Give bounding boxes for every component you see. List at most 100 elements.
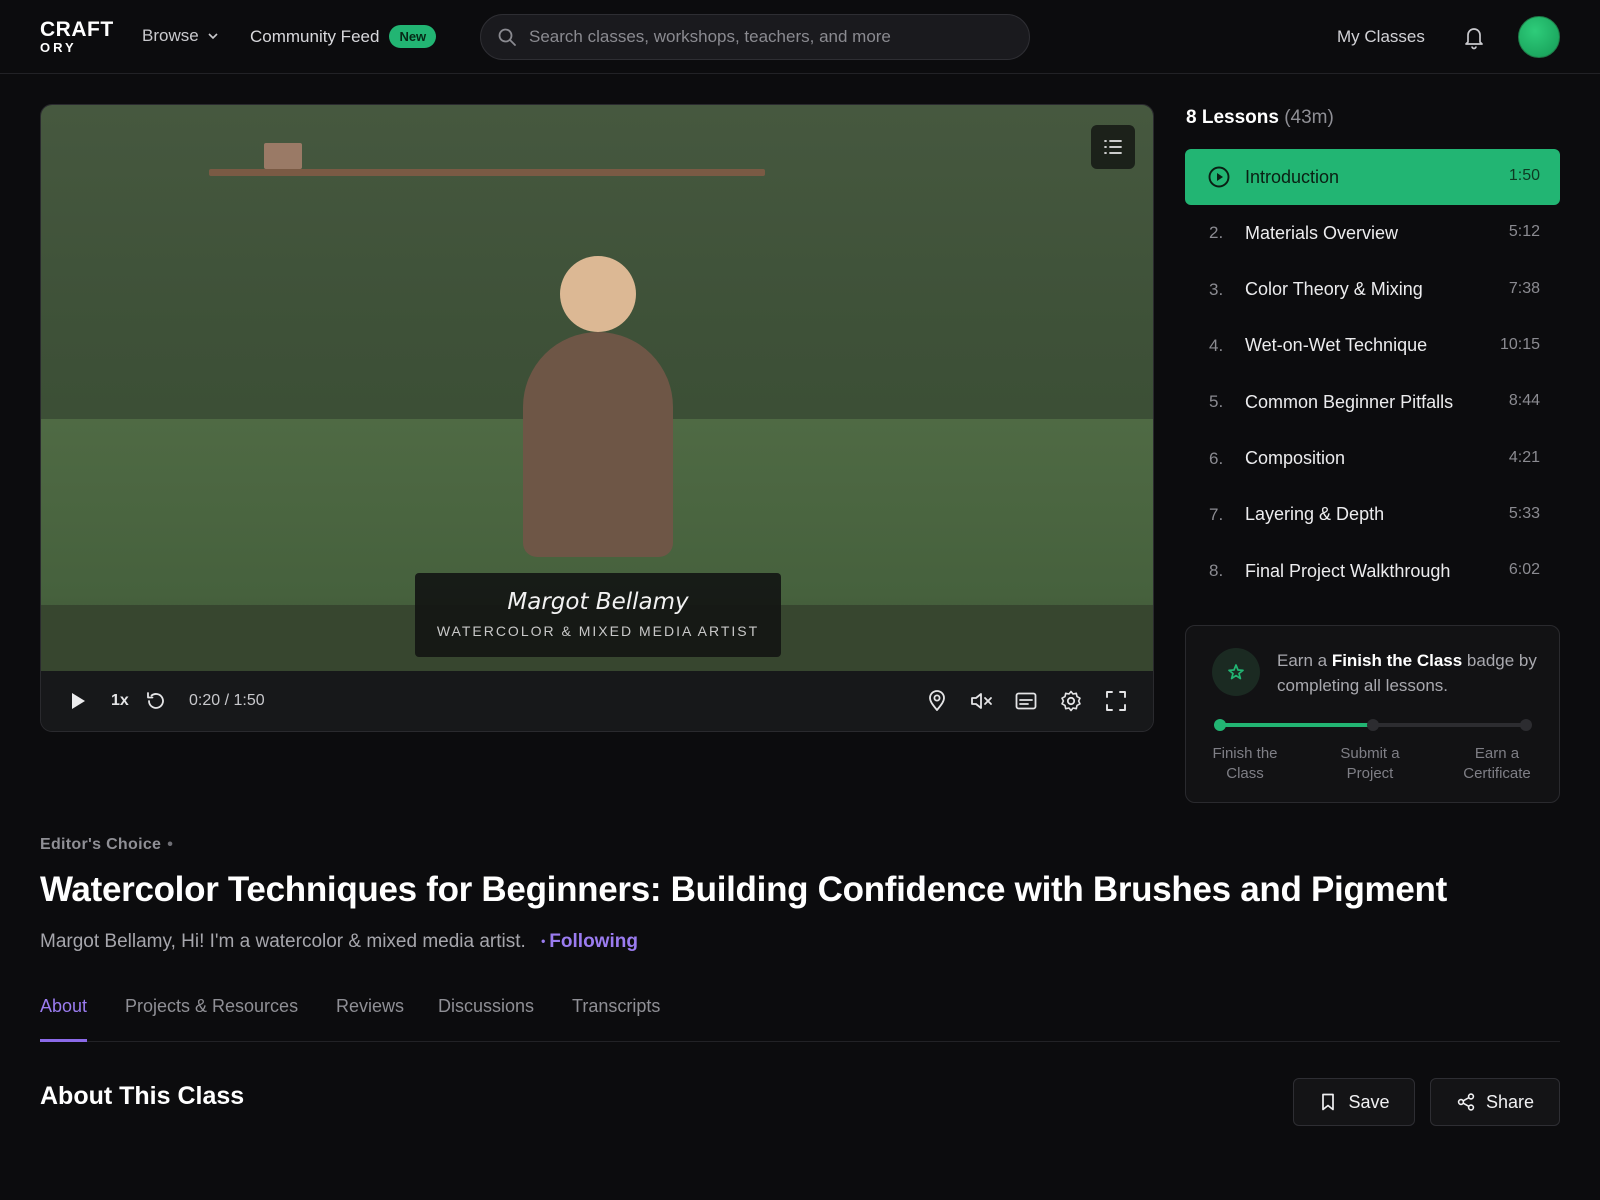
presenter-head [560, 256, 636, 332]
lessons-total-duration: (43m) [1284, 107, 1334, 128]
my-classes-link[interactable]: My Classes [1337, 27, 1425, 47]
lesson-duration: 5:12 [1508, 223, 1540, 241]
logo-line-2: ORY [40, 40, 77, 55]
video-shelf [209, 169, 765, 176]
lesson-number: 2. [1209, 223, 1224, 243]
share-button[interactable]: Share [1430, 1078, 1560, 1126]
presenter-lower-third: Margot Bellamy WATERCOLOR & MIXED MEDIA … [415, 573, 781, 657]
progress-step-dot [1214, 719, 1226, 731]
rewind-icon [147, 692, 164, 709]
lessons-header: 8 Lessons (43m) [1186, 107, 1334, 129]
user-avatar[interactable] [1518, 16, 1560, 58]
community-feed-label: Community Feed [250, 26, 380, 46]
share-label: Share [1485, 1091, 1535, 1112]
video-shelf-box [264, 143, 302, 169]
search-input[interactable] [529, 27, 1009, 47]
lesson-item[interactable]: 8. Final Project Walkthrough 6:02 [1185, 543, 1560, 599]
lesson-number: 6. [1209, 448, 1224, 468]
lesson-title: Final Project Walkthrough [1245, 560, 1451, 581]
lessons-count: 8 Lessons [1186, 107, 1279, 128]
lesson-title: Layering & Depth [1245, 504, 1385, 525]
bell-icon[interactable] [1462, 24, 1486, 50]
class-title: Watercolor Techniques for Beginners: Bui… [40, 870, 1447, 909]
tab-projects-resources[interactable]: Projects & Resources [125, 996, 298, 1042]
progress-step-dot [1520, 719, 1532, 731]
badge-name: Finish the Class [1331, 651, 1463, 670]
logo-line-1: CRAFT [40, 18, 114, 41]
lesson-title: Introduction [1245, 166, 1340, 187]
browse-menu[interactable]: Browse [142, 26, 219, 46]
lesson-title: Wet-on-Wet Technique [1245, 335, 1428, 356]
lesson-duration: 8:44 [1508, 392, 1540, 410]
badge-star-icon [1212, 648, 1260, 696]
play-icon [72, 693, 85, 709]
lesson-duration: 10:15 [1499, 335, 1540, 353]
search-icon [498, 28, 516, 46]
about-heading: About This Class [40, 1082, 245, 1110]
step-submit-project: Submit a Project [1340, 745, 1400, 782]
lesson-item[interactable]: 3. Color Theory & Mixing 7:38 [1185, 262, 1560, 318]
fullscreen-icon [1106, 691, 1126, 711]
step-earn-certificate: Earn a Certificate [1463, 745, 1531, 782]
save-label: Save [1348, 1091, 1390, 1112]
tab-transcripts[interactable]: Transcripts [572, 996, 660, 1042]
lesson-number: 7. [1209, 504, 1224, 524]
community-feed-link[interactable]: Community Feed New [250, 25, 437, 48]
presenter-body [523, 332, 673, 557]
captions-button[interactable] [1014, 688, 1038, 714]
lesson-item[interactable]: 4. Wet-on-Wet Technique 10:15 [1185, 318, 1560, 374]
playlist-icon [1104, 140, 1122, 154]
step-finish-class: Finish the Class [1212, 745, 1278, 782]
top-navigation: CRAFT ORY Browse Community Feed New My C… [0, 0, 1600, 74]
save-button[interactable]: Save [1293, 1078, 1415, 1126]
lesson-duration: 6:02 [1508, 561, 1540, 579]
lesson-item[interactable]: 6. Composition 4:21 [1185, 431, 1560, 487]
video-frame[interactable]: Margot Bellamy WATERCOLOR & MIXED MEDIA … [41, 105, 1153, 671]
play-button[interactable] [65, 688, 89, 714]
craftory-logo[interactable]: CRAFT ORY [40, 19, 114, 54]
settings-icon [1061, 690, 1081, 712]
fullscreen-button[interactable] [1104, 688, 1128, 714]
class-tabs: About Projects & Resources Reviews Discu… [40, 996, 1560, 1042]
mute-button[interactable] [969, 688, 993, 714]
lesson-title: Color Theory & Mixing [1245, 279, 1423, 300]
location-pin-icon [929, 690, 945, 711]
badge-progress-card: Earn a Finish the Class badge by complet… [1185, 625, 1560, 803]
lesson-title: Materials Overview [1245, 222, 1399, 243]
badge-progress-track [1214, 719, 1532, 731]
editors-choice-label: Editor's Choice • [40, 836, 174, 853]
badge-text-before: Earn a [1277, 651, 1332, 670]
lesson-duration: 7:38 [1508, 279, 1540, 297]
lesson-duration: 4:21 [1508, 448, 1540, 466]
lesson-number: 3. [1209, 279, 1224, 299]
progress-step-dot [1367, 719, 1379, 731]
mute-icon [971, 693, 992, 709]
lesson-number: 5. [1209, 392, 1224, 412]
bookmark-icon [1322, 1093, 1335, 1111]
lesson-item[interactable]: 7. Layering & Depth 5:33 [1185, 487, 1560, 543]
captions-icon [1015, 692, 1037, 710]
rewind-button[interactable] [144, 688, 168, 714]
lesson-number: 4. [1209, 335, 1224, 355]
browse-label: Browse [142, 26, 199, 45]
lesson-title: Composition [1245, 448, 1346, 468]
playlist-button[interactable] [1091, 125, 1135, 169]
lesson-duration: 1:50 [1508, 167, 1540, 184]
new-badge: New [389, 25, 437, 48]
lesson-item[interactable]: 5. Common Beginner Pitfalls 8:44 [1185, 374, 1560, 430]
tab-reviews[interactable]: Reviews [336, 996, 404, 1042]
settings-button[interactable] [1059, 688, 1083, 714]
tab-discussions[interactable]: Discussions [438, 996, 534, 1042]
chapter-marker-button[interactable] [925, 688, 949, 714]
video-player: Margot Bellamy WATERCOLOR & MIXED MEDIA … [40, 104, 1154, 732]
lesson-item[interactable]: Introduction 1:50 [1185, 149, 1560, 205]
tab-about[interactable]: About [40, 996, 88, 1042]
lesson-item[interactable]: 2. Materials Overview 5:12 [1185, 205, 1560, 261]
teacher-line: Margot Bellamy, Hi! I'm a watercolor & m… [40, 931, 638, 953]
playback-speed[interactable]: 1x [111, 688, 129, 714]
player-controls: 1x 0:20 / 1:50 [41, 671, 1153, 731]
lesson-number: 8. [1209, 561, 1224, 581]
search-bar[interactable] [480, 14, 1030, 60]
presenter-name: Margot Bellamy [507, 589, 689, 615]
following-button[interactable]: • Following [541, 931, 638, 952]
